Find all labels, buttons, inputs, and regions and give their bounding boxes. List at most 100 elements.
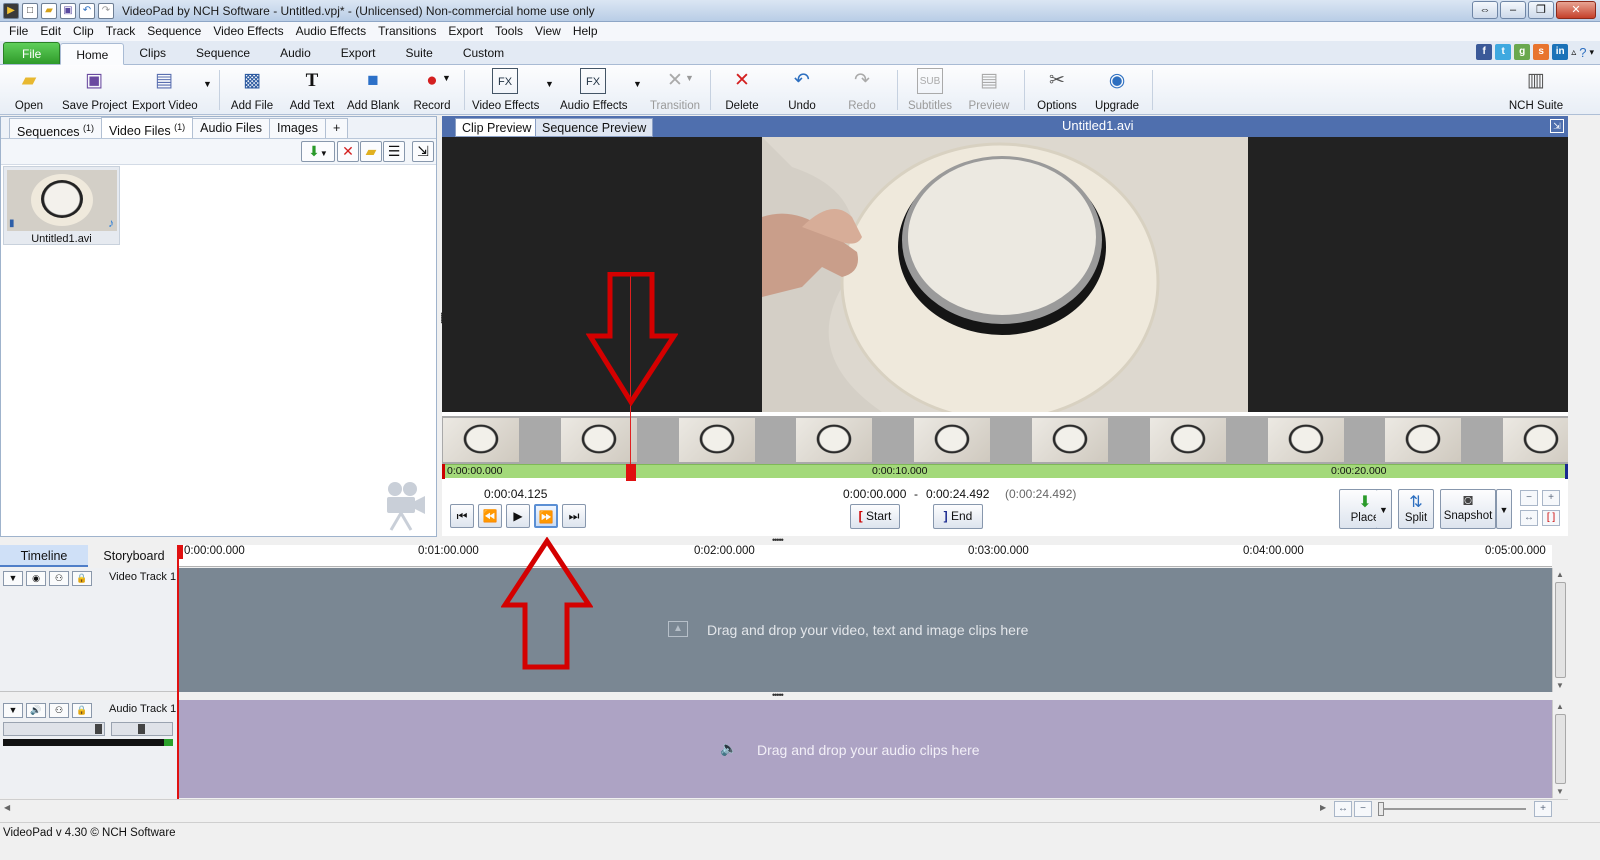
tab-sequence-preview[interactable]: Sequence Preview	[535, 118, 654, 137]
tab-custom[interactable]: Custom	[448, 42, 519, 64]
undock-preview-icon[interactable]: ⇲	[1550, 119, 1564, 133]
tab-timeline[interactable]: Timeline	[0, 545, 88, 567]
menu-view[interactable]: View	[529, 22, 567, 41]
tab-audio[interactable]: Audio	[265, 42, 326, 64]
maximize-icon[interactable]: ❐	[1528, 1, 1554, 19]
save-icon[interactable]: ▣	[60, 2, 76, 19]
clip-scrub-bar[interactable]: 0:00:00.000 0:00:10.000 0:00:20.000	[442, 464, 1568, 479]
tab-audio-files[interactable]: Audio Files	[192, 118, 270, 138]
split-button[interactable]: ⇅ Split	[1398, 489, 1434, 529]
group-track-icon[interactable]: ⚇	[49, 571, 69, 586]
remove-media-icon[interactable]: ✕	[337, 141, 359, 162]
menu-track[interactable]: Track	[100, 22, 142, 41]
new-file-icon[interactable]: □	[22, 2, 38, 19]
in-marker-icon[interactable]	[442, 464, 445, 479]
save-project-button[interactable]: ▣ Save Project	[62, 68, 127, 112]
menu-edit[interactable]: Edit	[34, 22, 67, 41]
audio-effects-dropdown-icon[interactable]: ▼	[633, 79, 642, 89]
export-video-button[interactable]: ▤ Export Video	[132, 68, 198, 112]
menu-tools[interactable]: Tools	[489, 22, 529, 41]
tab-images[interactable]: Images	[268, 118, 326, 138]
audio-track-lane[interactable]: 🔈 Drag and drop your audio clips here	[178, 700, 1552, 798]
fit-selection-icon[interactable]: [ ]	[1542, 510, 1560, 526]
pan-slider-thumb[interactable]	[138, 724, 145, 734]
undo-icon[interactable]: ↶	[79, 2, 95, 19]
scroll-down-icon[interactable]: ▼	[1556, 787, 1564, 796]
timeline-playhead-handle[interactable]	[177, 545, 183, 559]
linkedin-icon[interactable]: in	[1552, 44, 1569, 60]
new-folder-icon[interactable]: ▰	[360, 141, 382, 162]
scroll-up-icon[interactable]: ▲	[1556, 570, 1564, 579]
google-icon[interactable]: g	[1514, 44, 1531, 60]
menu-file[interactable]: File	[3, 22, 34, 41]
upgrade-button[interactable]: ◉ Upgrade	[1092, 68, 1142, 112]
collapse-ribbon-icon[interactable]: ▵	[1571, 47, 1576, 58]
add-file-button[interactable]: ▩ Add File	[230, 68, 274, 112]
menu-audio-effects[interactable]: Audio Effects	[290, 22, 373, 41]
facebook-icon[interactable]: f	[1476, 44, 1493, 60]
group-track-icon[interactable]: ⚇	[49, 703, 69, 718]
video-track-lane[interactable]: ▲ Drag and drop your video, text and ima…	[178, 568, 1552, 692]
tab-file[interactable]: File	[3, 42, 61, 64]
track-splitter[interactable]: •••••	[772, 690, 784, 700]
tab-storyboard[interactable]: Storyboard	[90, 545, 178, 567]
panel-splitter-horizontal[interactable]: •••••	[772, 535, 784, 545]
scrollbar-thumb[interactable]	[1555, 582, 1566, 678]
pan-slider[interactable]	[111, 722, 173, 736]
timeline-zoom-in-icon[interactable]: +	[1534, 801, 1552, 817]
add-to-sequence-icon[interactable]: ⬇▼	[301, 141, 335, 162]
preview-button[interactable]: ▤ Preview	[966, 68, 1012, 112]
zoom-slider-thumb[interactable]	[1378, 802, 1384, 816]
menu-export[interactable]: Export	[442, 22, 489, 41]
chevron-down-icon[interactable]: ▾	[1589, 47, 1594, 58]
fit-width-icon[interactable]: ↔	[1520, 510, 1538, 526]
menu-transitions[interactable]: Transitions	[372, 22, 442, 41]
restore-icon[interactable]: ⇔	[1472, 1, 1498, 19]
redo-icon[interactable]: ↷	[98, 2, 114, 19]
scrub-playhead-handle[interactable]	[626, 464, 636, 481]
list-view-icon[interactable]: ☰	[383, 141, 405, 162]
set-start-button[interactable]: [ Start	[850, 504, 900, 529]
volume-slider-thumb[interactable]	[95, 724, 102, 734]
timeline-playhead[interactable]	[177, 545, 179, 799]
export-video-dropdown-icon[interactable]: ▼	[203, 79, 212, 89]
stumbleupon-icon[interactable]: s	[1533, 44, 1550, 60]
tab-sequences[interactable]: Sequences (1)	[9, 118, 103, 139]
speaker-icon[interactable]: 🔊	[26, 703, 46, 718]
scrollbar-thumb[interactable]	[1555, 714, 1566, 784]
subtitles-button[interactable]: SUB Subtitles	[905, 68, 955, 112]
snapshot-button[interactable]: ◙ Snapshot	[1440, 489, 1496, 529]
timeline-horizontal-scrollbar[interactable]: ◀ ▶ ↔ − +	[0, 799, 1568, 817]
tab-suite[interactable]: Suite	[390, 42, 447, 64]
snapshot-dropdown-icon[interactable]: ▼	[1496, 489, 1512, 529]
zoom-out-icon[interactable]: −	[1520, 490, 1538, 506]
tab-clip-preview[interactable]: Clip Preview	[455, 118, 539, 137]
add-text-button[interactable]: T Add Text	[288, 68, 336, 112]
timeline-zoom-out-icon[interactable]: −	[1354, 801, 1372, 817]
close-icon[interactable]: ✕	[1556, 1, 1596, 19]
scroll-down-icon[interactable]: ▼	[1556, 681, 1564, 690]
scroll-left-icon[interactable]: ◀	[4, 803, 10, 812]
tab-video-files[interactable]: Video Files (1)	[101, 117, 194, 138]
volume-slider[interactable]	[3, 722, 105, 736]
timeline-zoom-slider[interactable]	[1378, 802, 1526, 816]
tab-clips[interactable]: Clips	[124, 42, 181, 64]
tab-sequence[interactable]: Sequence	[181, 42, 265, 64]
undo-button[interactable]: ↶ Undo	[784, 68, 820, 112]
step-forward-button[interactable]: ⏩	[534, 504, 558, 528]
add-blank-button[interactable]: ■ Add Blank	[347, 68, 399, 112]
menu-clip[interactable]: Clip	[67, 22, 100, 41]
redo-button[interactable]: ↷ Redo	[844, 68, 880, 112]
add-tab-button[interactable]: +	[324, 118, 349, 138]
open-button[interactable]: ▰ Open	[8, 68, 50, 112]
video-track-scrollbar[interactable]: ▲ ▼	[1552, 568, 1568, 692]
menu-video-effects[interactable]: Video Effects	[207, 22, 289, 41]
step-back-button[interactable]: ⏪	[478, 504, 502, 528]
video-effects-dropdown-icon[interactable]: ▼	[545, 79, 554, 89]
transition-dropdown-icon[interactable]: ▼	[685, 73, 694, 83]
video-effects-button[interactable]: FX Video Effects	[472, 68, 539, 112]
nch-suite-button[interactable]: ▥ NCH Suite	[1508, 68, 1564, 112]
open-folder-icon[interactable]: ▰	[41, 2, 57, 19]
audio-effects-button[interactable]: FX Audio Effects	[560, 68, 628, 112]
media-item[interactable]: ▮ ♪ Untitled1.avi	[3, 166, 120, 245]
